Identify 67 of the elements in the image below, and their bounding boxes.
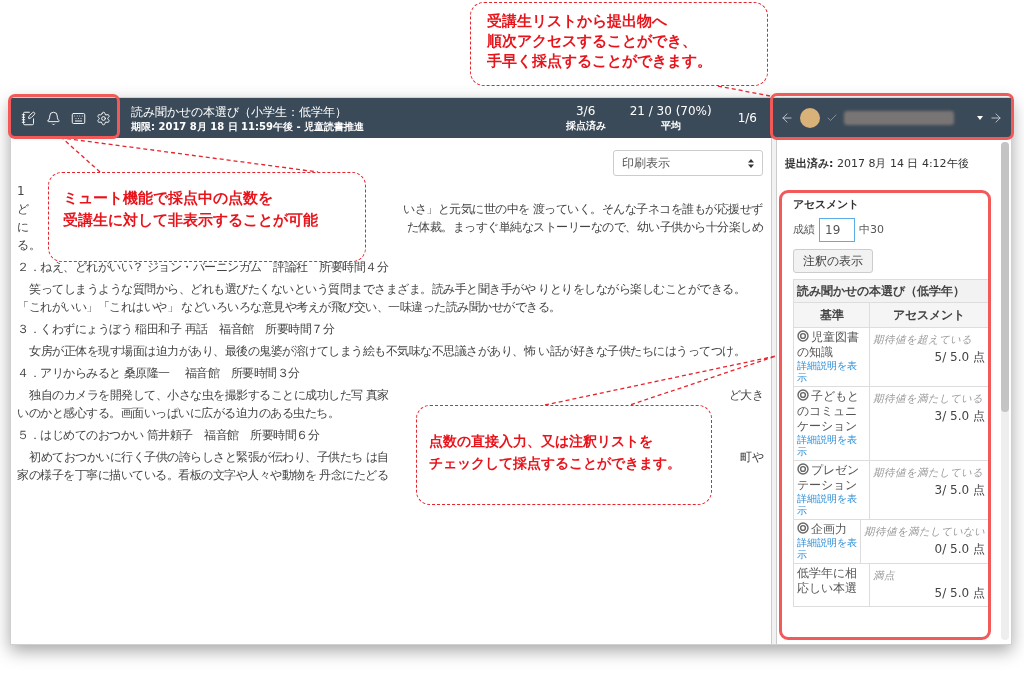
criterion: 子どもとのコミュニケーション (797, 389, 860, 434)
text-line: いさ」と元気に世の中を 渡っていく。そんな子ネコを誰もが応援せず (403, 201, 763, 218)
callout-text: 点数の直接入力、又は注釈リストを チェックして採点することができます。 (429, 432, 682, 473)
notebook-pen-icon[interactable] (21, 110, 36, 126)
text-line: 初めておつかいに行く子供の誇らしさと緊張が伝わり、子供たち は自 (29, 449, 389, 466)
due-date: 期限: 2017 8月 18 日 11:59午後 - 児童読書推進 (131, 119, 366, 133)
text-line: 笑ってしまうような質問から、どれも選びたくないという質問までさまざま。読み手と聞き手がや りとりをしながら楽しむことができる。 (29, 281, 746, 298)
text-line: 「これがいい」「これはいや」 などいろいろな意見や考えが飛び交い、一味違った読み聞かせができる。 (17, 299, 561, 316)
text-line: に (17, 219, 29, 236)
stat-label: 平均 (660, 119, 681, 132)
rating-text: 期待値を超えている (873, 332, 973, 347)
assignment-title: 読み聞かせの本選び（小学生：低学年） (131, 103, 348, 120)
grade-label: 成績 (793, 221, 815, 238)
book-heading: ３．くわずにょうぼう 稲田和子 再話 福音館 所要時間７分 (17, 321, 335, 338)
text-line: 独自のカメラを開発して、小さな虫を撮影することに成功した写 真家 (29, 387, 389, 404)
book-heading: ５．はじめてのおつかい 筒井頼子 福音館 所要時間６分 (17, 427, 320, 444)
assessment-title: アセスメント (793, 196, 860, 213)
points: 5/ 5.0 点 (934, 584, 985, 602)
text-line: 家の様子を丁寧に描いている。看板の文字や人々や動物を 丹念にたどる (17, 467, 389, 484)
avatar (800, 108, 820, 128)
callout-text: 受講生リストから提出物へ 順次アクセスすることができ、 手早く採点することができます。 (487, 11, 713, 71)
rubric-title: 読み聞かせの本選び（低学年） (794, 280, 988, 302)
details-link[interactable]: 詳細説明を表示 (797, 360, 866, 384)
details-link[interactable]: 詳細説明を表示 (797, 434, 866, 458)
caret-icon[interactable] (977, 116, 983, 120)
settings-icon[interactable] (96, 110, 111, 126)
points: 0/ 5.0 点 (934, 540, 985, 558)
view-select[interactable]: 印刷表示 (613, 150, 763, 176)
grade-max: 中30 (859, 221, 884, 238)
check-icon (826, 112, 838, 124)
points: 5/ 5.0 点 (934, 348, 985, 366)
arrow-right-icon[interactable] (989, 111, 1003, 125)
submitted-date: 提出済み: 2017 8月 14 日 4:12午後 (785, 156, 970, 172)
column-header: アセスメント (892, 307, 966, 324)
rating-text: 期待値を満たしている (873, 465, 984, 480)
rating-text: 期待値を満たしている (873, 391, 984, 406)
position-counter: 1/6 (737, 110, 757, 127)
details-link[interactable]: 詳細説明を表示 (797, 493, 866, 517)
criterion: 企画力 (797, 522, 857, 537)
text-line: 1 (17, 183, 25, 200)
text-line: ど大き (728, 387, 763, 404)
text-line: た体裁。まっすぐ単純なストーリーなので、幼い子供から十分楽しめ (406, 219, 763, 236)
points: 3/ 5.0 点 (934, 481, 985, 499)
bell-icon[interactable] (46, 110, 61, 126)
stat-value: 3/6 (575, 104, 596, 119)
text-line: る。 (17, 237, 40, 254)
sort-icon (748, 158, 754, 168)
rating-text: 満点 (873, 568, 896, 583)
arrow-left-icon[interactable] (780, 111, 794, 125)
criterion: 低学年に相応しい本選 (797, 566, 858, 596)
book-heading: ４．アリからみると 桑原隆一 福音館 所要時間３分 (17, 365, 300, 382)
grade-input[interactable]: 19 (819, 218, 855, 242)
text-line: 女房が正体を現す場面は迫力があり、最後の鬼婆が溶けてしまう絵も不気味な不思議さがあり、怖 い話が好きな子供たちにはうってつけ。 (29, 343, 746, 360)
rating-text: 期待値を満たしていない (864, 524, 985, 539)
keyboard-icon[interactable] (71, 110, 86, 126)
text-line: 町や (740, 449, 763, 466)
book-heading: ２．ねえ、どれがいい？ ジョン・バーニンガム 評論社 所要時間４分 (17, 259, 389, 276)
points: 3/ 5.0 点 (934, 407, 985, 425)
criterion: 児童図書の知識 (797, 330, 860, 360)
stat-label: 採点済み (565, 119, 606, 132)
callout-text: ミュート機能で採点中の点数を 受講生に対して非表示することが可能 (63, 188, 319, 231)
text-line: ど (17, 201, 29, 218)
details-link[interactable]: 詳細説明を表示 (797, 537, 857, 561)
stat-value: 21 / 30 (70%) (629, 104, 712, 119)
criterion: プレゼンテーション (797, 463, 860, 493)
show-rubric-button[interactable]: 注釈の表示 (793, 249, 873, 273)
text-line: いのかと感心する。画面いっぱいに広がる迫力のある虫たち。 (17, 405, 339, 422)
